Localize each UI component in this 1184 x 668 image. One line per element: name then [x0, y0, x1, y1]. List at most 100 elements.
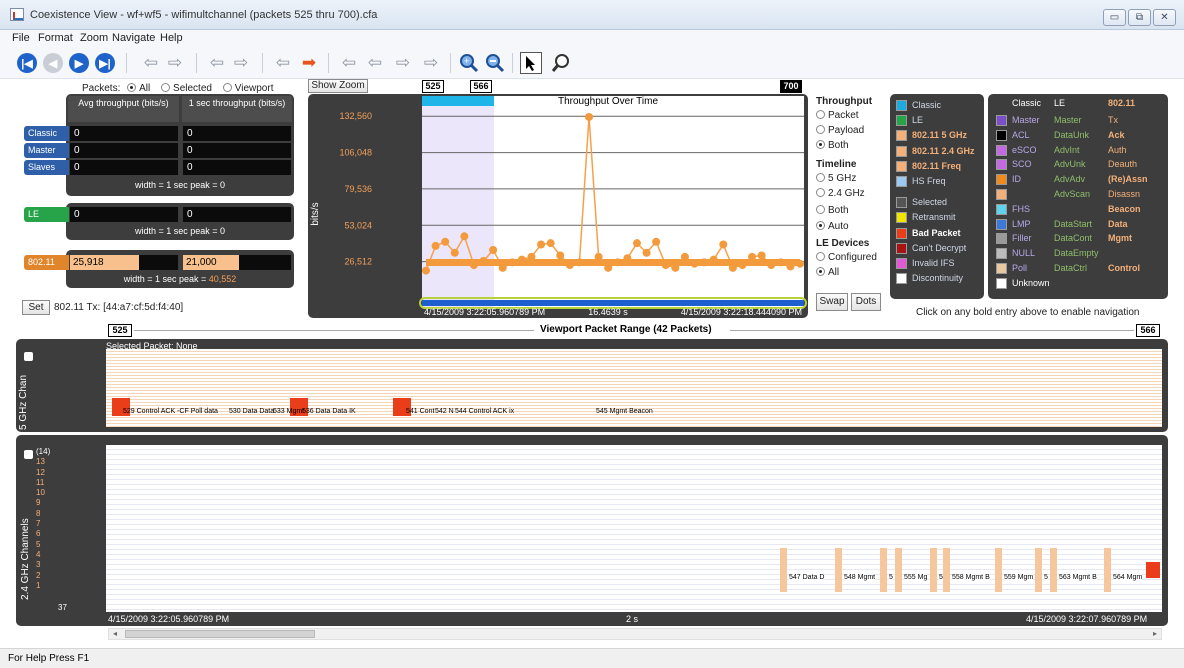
- legend-label[interactable]: HS Freq: [912, 176, 946, 186]
- legend-entry[interactable]: Tx: [1108, 115, 1118, 125]
- arrow-right-icon[interactable]: ⇨: [392, 52, 414, 74]
- packet-marker[interactable]: [930, 548, 937, 592]
- packet-marker[interactable]: [995, 548, 1002, 592]
- scroll-left-icon[interactable]: ◂: [109, 629, 121, 639]
- legend-entry[interactable]: Deauth: [1108, 159, 1137, 169]
- minimize-button[interactable]: ▭: [1103, 9, 1126, 26]
- arrow-left-icon[interactable]: ⇦: [272, 52, 294, 74]
- legend-label[interactable]: 802.11 5 GHz: [912, 130, 967, 140]
- menu-file[interactable]: File: [12, 32, 30, 44]
- packet-bad-marker[interactable]: [1146, 562, 1160, 578]
- next-icon[interactable]: ▶: [68, 52, 90, 74]
- legend-entry[interactable]: Beacon: [1108, 204, 1141, 214]
- packet-label[interactable]: 558 Mgmt B: [952, 574, 990, 581]
- restore-button[interactable]: ⧉: [1128, 9, 1151, 26]
- legend-entry[interactable]: SCO: [1012, 159, 1032, 169]
- packet-label[interactable]: 533 Mgmt: [273, 408, 304, 415]
- legend-entry[interactable]: Data: [1108, 219, 1128, 229]
- legend-label[interactable]: Can't Decrypt: [912, 243, 966, 253]
- packet-marker[interactable]: [880, 548, 887, 592]
- legend-entry[interactable]: DataUnk: [1054, 130, 1089, 140]
- legend-entry[interactable]: LMP: [1012, 219, 1031, 229]
- packet-label[interactable]: 536 Data Data IK: [302, 408, 356, 415]
- packet-label[interactable]: 555 Mg: [904, 574, 928, 581]
- legend-entry[interactable]: FHS: [1012, 204, 1030, 214]
- legend-entry[interactable]: AdvInt: [1054, 145, 1080, 155]
- dots-button[interactable]: Dots: [851, 293, 881, 311]
- legend-entry[interactable]: NULL: [1012, 248, 1035, 258]
- packet-label[interactable]: 5: [889, 574, 893, 581]
- legend-entry[interactable]: DataEmpty: [1054, 248, 1099, 258]
- packet-marker[interactable]: [895, 548, 902, 592]
- packet-marker[interactable]: [1050, 548, 1057, 592]
- packet-label[interactable]: 530 Data Data: [229, 408, 274, 415]
- packet-marker[interactable]: [780, 548, 787, 592]
- packet-label[interactable]: 544 Control ACK ix: [455, 408, 514, 415]
- packet-marker[interactable]: [943, 548, 950, 592]
- packet-label[interactable]: 5: [1044, 574, 1048, 581]
- legend-entry[interactable]: Ack: [1108, 130, 1125, 140]
- arrow-right-icon[interactable]: ⇨: [164, 52, 186, 74]
- timeline-24ghz-option[interactable]: 2.4 GHz: [816, 188, 865, 199]
- legend-entry[interactable]: Filler: [1012, 233, 1032, 243]
- packets-all-radio[interactable]: [127, 83, 137, 92]
- legend-entry[interactable]: Master: [1012, 115, 1040, 125]
- packet-label[interactable]: 564 Mgm: [1113, 574, 1143, 581]
- arrow-right-red-icon[interactable]: ➡: [298, 52, 320, 74]
- packet-marker[interactable]: [1035, 548, 1042, 592]
- lane-5ghz-area[interactable]: [106, 349, 1162, 427]
- packet-label[interactable]: 541 Cont: [406, 408, 434, 415]
- swap-button[interactable]: Swap: [816, 293, 848, 311]
- legend-entry[interactable]: Control: [1108, 263, 1140, 273]
- arrow-left-icon[interactable]: ⇦: [364, 52, 386, 74]
- legend-entry[interactable]: AdvScan: [1054, 189, 1090, 199]
- legend-entry[interactable]: DataStart: [1054, 219, 1092, 229]
- zoom-in-icon[interactable]: +: [458, 52, 480, 74]
- close-button[interactable]: ✕: [1153, 9, 1176, 26]
- arrow-right-icon[interactable]: ⇨: [230, 52, 252, 74]
- arrow-left-icon[interactable]: ⇦: [140, 52, 162, 74]
- menu-zoom[interactable]: Zoom: [80, 32, 108, 44]
- legend-entry[interactable]: ID: [1012, 174, 1021, 184]
- packet-marker[interactable]: [1104, 548, 1111, 592]
- lane-24ghz-area[interactable]: [106, 445, 1162, 612]
- lane-5ghz-info-icon[interactable]: [24, 352, 33, 361]
- legend-entry[interactable]: Master: [1054, 115, 1082, 125]
- lane-24ghz-info-icon[interactable]: [24, 450, 33, 459]
- legend-label[interactable]: Discontinuity: [912, 273, 963, 283]
- packets-selected-radio[interactable]: [161, 83, 171, 92]
- legend-entry[interactable]: AdvAdv: [1054, 174, 1085, 184]
- set-button[interactable]: Set: [22, 300, 50, 315]
- throughput-both-option[interactable]: Both: [816, 140, 849, 151]
- show-zoom-button[interactable]: Show Zoom: [308, 79, 368, 93]
- packet-marker[interactable]: [835, 548, 842, 592]
- throughput-packet-option[interactable]: Packet: [816, 110, 859, 121]
- packet-label[interactable]: 529 Control ACK -CF Poll data: [123, 408, 218, 415]
- le-all-option[interactable]: All: [816, 267, 839, 278]
- packet-label[interactable]: 542 N: [435, 408, 454, 415]
- legend-entry[interactable]: (Re)Assn: [1108, 174, 1148, 184]
- legend-entry[interactable]: Disassn: [1108, 189, 1140, 199]
- legend-label[interactable]: 802.11 2.4 GHz: [912, 146, 975, 156]
- legend-label[interactable]: Classic: [912, 100, 941, 110]
- timeline-both-option[interactable]: Both: [816, 205, 849, 216]
- packet-label[interactable]: 547 Data D: [789, 574, 825, 581]
- zoom-out-icon[interactable]: [484, 52, 506, 74]
- menu-format[interactable]: Format: [38, 32, 73, 44]
- legend-entry[interactable]: AdvUnk: [1054, 159, 1086, 169]
- last-icon[interactable]: ▶|: [94, 52, 116, 74]
- scrollbar-thumb[interactable]: [125, 630, 315, 638]
- legend-entry[interactable]: ACL: [1012, 130, 1030, 140]
- first-icon[interactable]: |◀: [16, 52, 38, 74]
- packet-label[interactable]: 559 Mgm: [1004, 574, 1034, 581]
- pointer-icon[interactable]: [520, 52, 542, 74]
- legend-entry[interactable]: eSCO: [1012, 145, 1037, 155]
- timeline-5ghz-option[interactable]: 5 GHz: [816, 173, 856, 184]
- legend-label[interactable]: LE: [912, 115, 923, 125]
- packet-label[interactable]: 545 Mgmt Beacon: [596, 408, 653, 415]
- packets-viewport-radio[interactable]: [222, 83, 232, 92]
- throughput-payload-option[interactable]: Payload: [816, 125, 864, 136]
- arrow-left-icon[interactable]: ⇦: [338, 52, 360, 74]
- packet-label[interactable]: 548 Mgmt: [844, 574, 876, 581]
- legend-entry[interactable]: Poll: [1012, 263, 1027, 273]
